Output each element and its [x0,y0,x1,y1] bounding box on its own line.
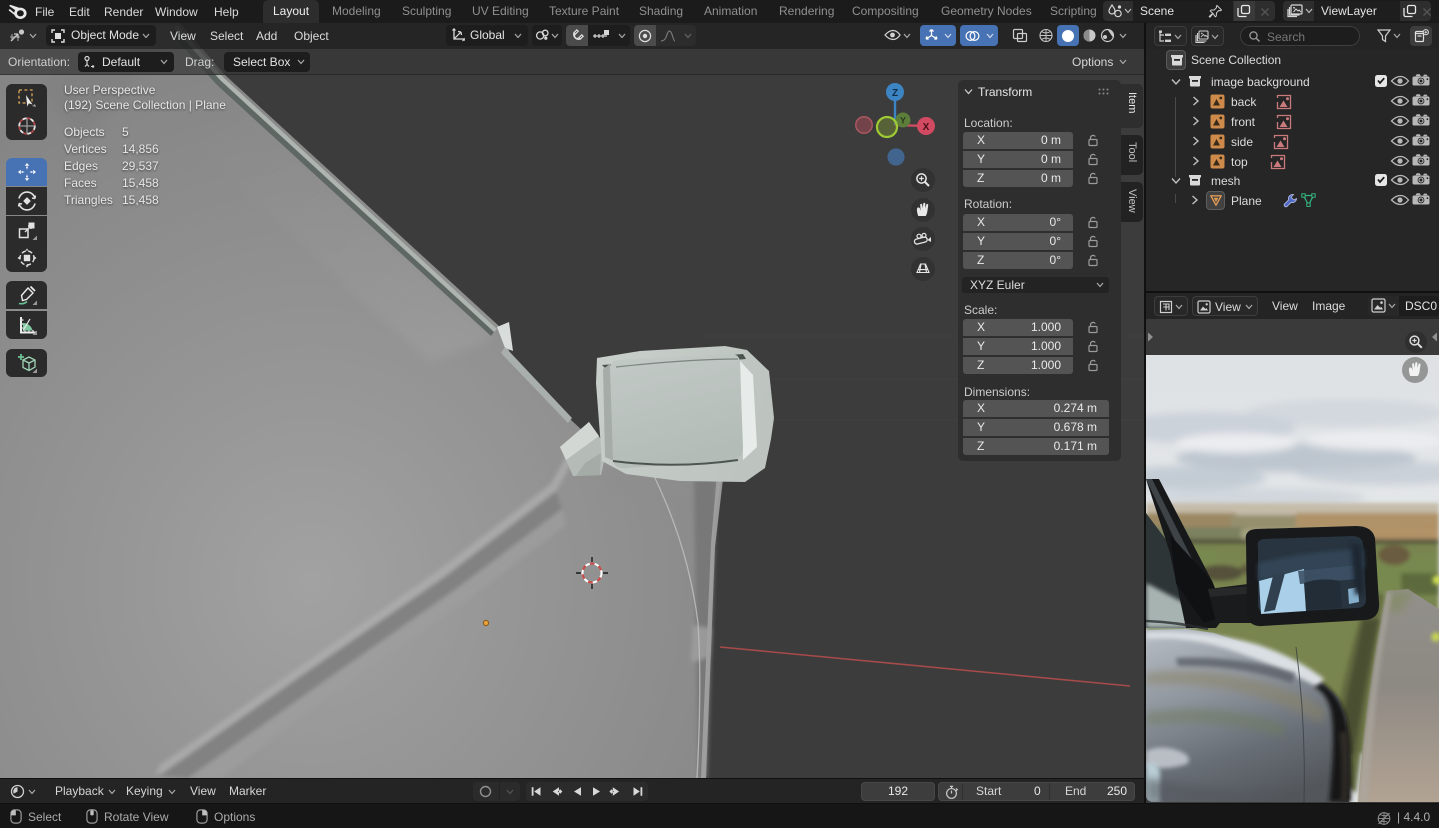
svg-text:X: X [923,122,930,133]
svg-text:Y: Y [900,116,906,126]
svg-text:Z: Z [892,88,898,99]
